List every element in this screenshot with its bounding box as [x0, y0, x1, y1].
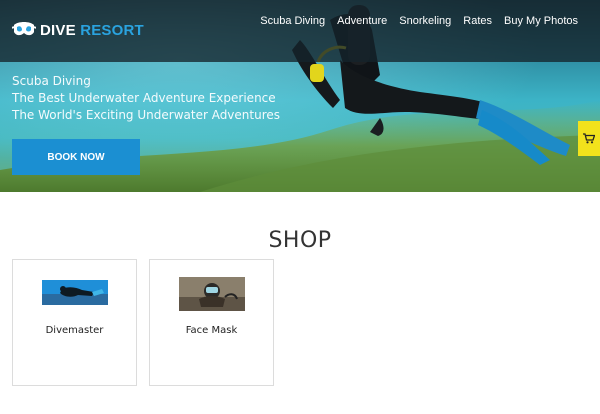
product-image-divemaster	[42, 280, 108, 305]
hero-line-1: Scuba Diving	[12, 74, 91, 88]
nav-item-buy-my-photos[interactable]: Buy My Photos	[504, 15, 578, 27]
cart-button[interactable]	[578, 121, 600, 156]
book-now-button[interactable]: BOOK NOW	[12, 139, 140, 175]
hero-copy: Scuba Diving The Best Underwater Adventu…	[12, 73, 280, 124]
top-navigation-bar: DIVE RESORT Scuba Diving Adventure Snork…	[0, 0, 600, 62]
hero-banner: DIVE RESORT Scuba Diving Adventure Snork…	[0, 0, 600, 192]
logo-text-suffix: RESORT	[80, 21, 144, 39]
shopping-cart-icon	[583, 133, 595, 144]
site-logo[interactable]: DIVE RESORT	[12, 20, 144, 40]
product-card-divemaster[interactable]: Divemaster	[12, 259, 137, 386]
product-name: Face Mask	[185, 325, 238, 336]
dive-mask-logo-icon	[12, 22, 36, 36]
nav-item-snorkeling[interactable]: Snorkeling	[399, 15, 451, 27]
shop-section-title: SHOP	[268, 228, 332, 254]
nav-item-scuba-diving[interactable]: Scuba Diving	[260, 15, 325, 27]
logo-text-prefix: DIVE	[40, 21, 76, 39]
product-name: Divemaster	[45, 325, 104, 336]
hero-line-3: The World's Exciting Underwater Adventur…	[12, 108, 281, 122]
product-image-face-mask	[179, 277, 245, 311]
product-card-face-mask[interactable]: Face Mask	[149, 259, 274, 386]
hero-line-2: The Best Underwater Adventure Experience	[12, 91, 276, 105]
main-nav: Scuba Diving Adventure Snorkeling Rates …	[248, 15, 578, 27]
nav-item-adventure[interactable]: Adventure	[337, 15, 387, 27]
nav-item-rates[interactable]: Rates	[463, 15, 492, 27]
